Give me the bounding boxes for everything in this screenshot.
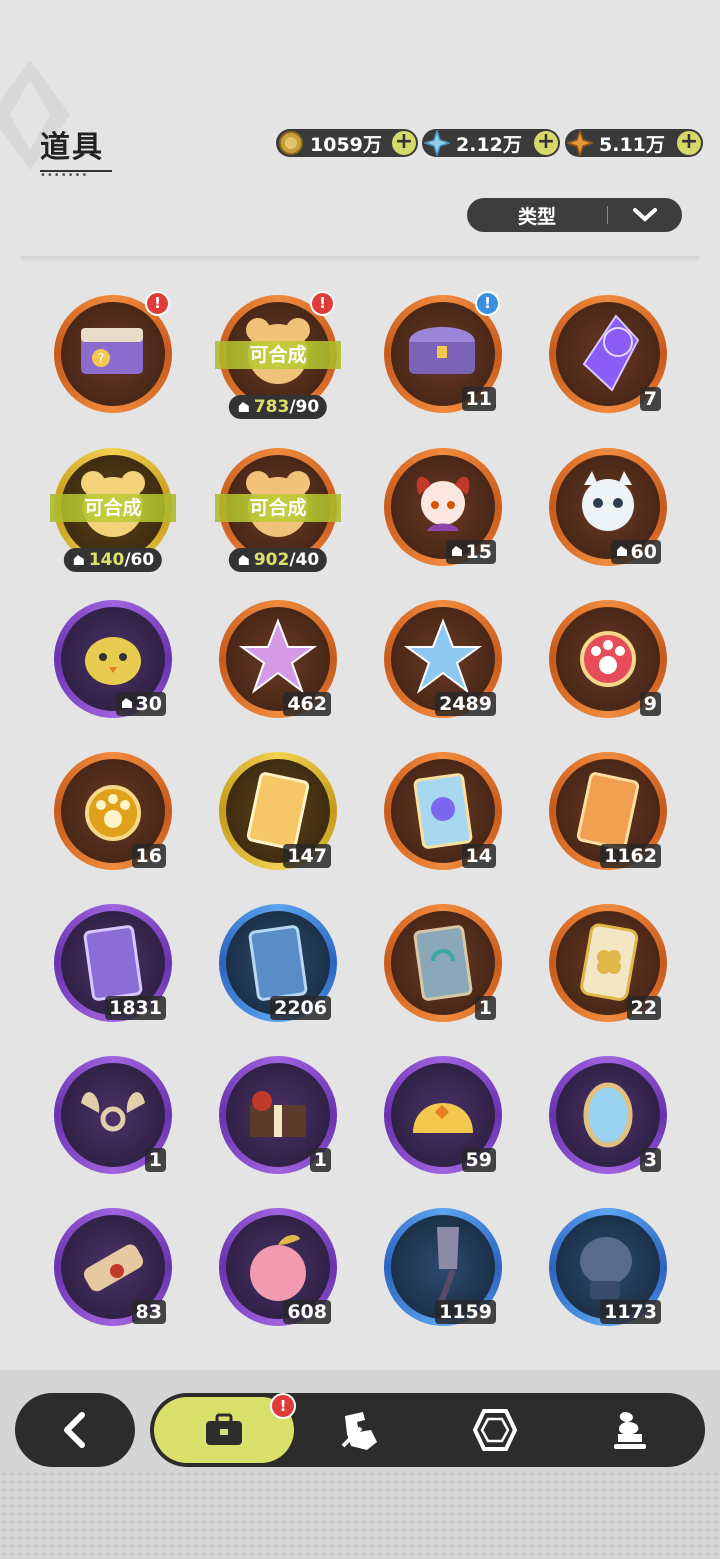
item-count: 2206	[270, 996, 331, 1020]
item-count-value: 15	[465, 541, 492, 563]
item-slot-yellow-bird-fragment[interactable]: 30	[54, 600, 172, 718]
item-slot-scroll[interactable]: 83	[54, 1208, 172, 1326]
item-slot-purple-chest[interactable]: 11!	[384, 291, 502, 413]
item-count: 83	[131, 1300, 166, 1324]
tab-items-alert-badge: !	[270, 1393, 296, 1419]
back-button[interactable]	[15, 1393, 135, 1467]
item-count: 59	[461, 1148, 496, 1172]
fragment-need: /40	[289, 550, 320, 570]
svg-text:?: ?	[98, 352, 105, 367]
item-slot-horn-ornament[interactable]: 1	[54, 1056, 172, 1174]
item-slot-blue-card[interactable]: 2206	[219, 904, 337, 1022]
purple-chest-question-icon: ?	[61, 302, 165, 406]
item-count-value: 60	[630, 541, 657, 563]
item-count: 1162	[600, 844, 661, 868]
fragment-need: /90	[289, 397, 320, 417]
item-inner: ?	[61, 302, 165, 406]
item-count: 2489	[435, 692, 496, 716]
item-slot-white-cat-fragment[interactable]: 60	[549, 448, 667, 566]
synthesizable-banner: 可合成	[215, 494, 341, 522]
fragment-icon	[73, 555, 84, 565]
tab-food[interactable]	[590, 1397, 670, 1463]
item-count-value: 30	[135, 693, 162, 715]
item-slot-gold-paw-charm[interactable]: 16	[54, 752, 172, 870]
item-count: 30	[115, 692, 166, 716]
item-slot-purple-chest-question[interactable]: ?!	[54, 291, 172, 413]
item-count: 608	[283, 1300, 331, 1324]
item-count: 1173	[600, 1300, 661, 1324]
fragment-icon	[121, 698, 132, 708]
item-count: 60	[610, 540, 661, 564]
fragment-icon	[451, 546, 462, 556]
item-slot-gold-card[interactable]: 147	[219, 752, 337, 870]
gem-icon	[473, 1409, 517, 1451]
fragment-have: 140	[88, 550, 125, 570]
item-slot-orange-pup-synth-2[interactable]: 可合成 902/40	[215, 448, 341, 572]
item-grid: ?! 可合成 783/90! 11! 7 可合成 140/60 可合成 902/40 15 60 30…	[0, 0, 720, 1340]
item-count: 1831	[105, 996, 166, 1020]
item-count: 462	[283, 692, 331, 716]
item-slot-orange-card[interactable]: 1162	[549, 752, 667, 870]
item-count: 14	[461, 844, 496, 868]
item-slot-pink-apple[interactable]: 608	[219, 1208, 337, 1326]
item-slot-purple-crystal[interactable]: 7	[549, 295, 667, 413]
item-count: 147	[283, 844, 331, 868]
synthesizable-banner: 可合成	[50, 494, 176, 522]
chevron-left-icon	[64, 1412, 85, 1448]
item-count: 11	[461, 387, 496, 411]
item-count: 1159	[435, 1300, 496, 1324]
item-slot-boxing-glove[interactable]: 1173	[549, 1208, 667, 1326]
alert-badge: !	[475, 291, 500, 316]
item-slot-yellow-pup-synth[interactable]: 可合成 140/60	[50, 448, 176, 572]
item-count: 1	[144, 1148, 166, 1172]
tab-equipment[interactable]	[320, 1397, 400, 1463]
fragment-progress: 902/40	[228, 548, 328, 572]
item-slot-blue-star-crystal[interactable]: 2489	[384, 600, 502, 718]
item-slot-magic-mirror[interactable]: 3	[549, 1056, 667, 1174]
fragment-progress: 140/60	[63, 548, 163, 572]
synthesizable-banner: 可合成	[215, 341, 341, 369]
alert-badge: !	[145, 291, 170, 316]
item-slot-red-paw-charm[interactable]: 9	[549, 600, 667, 718]
dessert-icon	[614, 1412, 646, 1449]
item-slot-orange-pup-synth[interactable]: 可合成 783/90!	[215, 291, 341, 419]
item-slot-pink-star-crystal[interactable]: 462	[219, 600, 337, 718]
tab-gems[interactable]	[455, 1397, 535, 1463]
item-slot-cat-girl-fragment[interactable]: 15	[384, 448, 502, 566]
item-slot-gift-box[interactable]: 1	[219, 1056, 337, 1174]
item-count: 1	[474, 996, 496, 1020]
item-count: 16	[131, 844, 166, 868]
dot-pattern	[0, 1470, 720, 1559]
item-slot-holo-card[interactable]: 14	[384, 752, 502, 870]
item-slot-gold-helmet[interactable]: 59	[384, 1056, 502, 1174]
item-count: 1	[309, 1148, 331, 1172]
fragment-need: /60	[124, 550, 155, 570]
fragment-have: 783	[253, 397, 290, 417]
item-slot-shovel[interactable]: 1159	[384, 1208, 502, 1326]
equipment-icon	[341, 1412, 377, 1450]
bottom-tab-bar	[150, 1393, 705, 1467]
bag-icon	[206, 1413, 242, 1445]
fragment-icon	[238, 402, 249, 412]
alert-badge: !	[310, 291, 335, 316]
fragment-progress: 783/90	[228, 395, 328, 419]
item-slot-purple-card[interactable]: 1831	[54, 904, 172, 1022]
fragment-have: 902	[253, 550, 290, 570]
item-slot-clover-ticket[interactable]: 22	[549, 904, 667, 1022]
fragment-icon	[616, 546, 627, 556]
item-count: 15	[445, 540, 496, 564]
fragment-icon	[238, 555, 249, 565]
item-count: 9	[639, 692, 661, 716]
item-count: 7	[639, 387, 661, 411]
item-count: 22	[626, 996, 661, 1020]
item-slot-recycle-card[interactable]: 1	[384, 904, 502, 1022]
item-count: 3	[639, 1148, 661, 1172]
